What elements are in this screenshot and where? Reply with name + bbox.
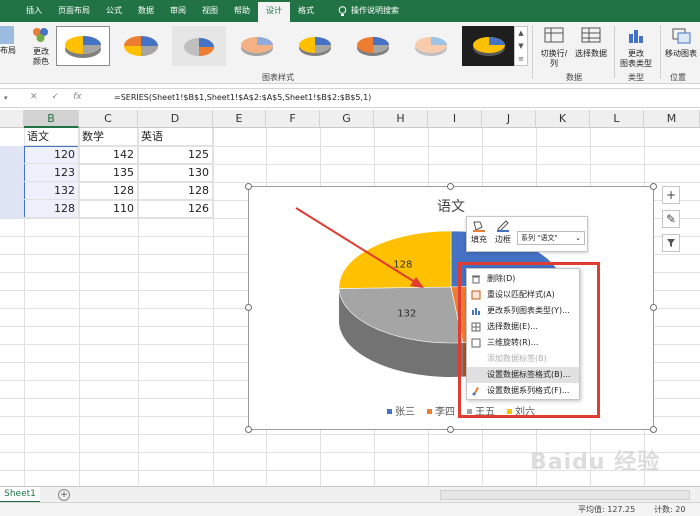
annotation-arrow bbox=[295, 207, 424, 288]
series-select-label: 系列 "语文" bbox=[521, 234, 558, 242]
sheet-tab-sheet1[interactable]: Sheet1 bbox=[0, 487, 40, 503]
fill-button[interactable]: 填充 bbox=[471, 220, 487, 245]
add-sheet-button[interactable]: + bbox=[58, 489, 70, 501]
border-label: 边框 bbox=[495, 235, 511, 244]
annotation-highlight-box bbox=[458, 262, 600, 418]
status-count: 计数: 20 bbox=[654, 505, 686, 514]
series-select[interactable]: 系列 "语文" ⌄ bbox=[517, 231, 585, 245]
watermark-logo: Baidu 经验 bbox=[530, 450, 661, 475]
chevron-down-icon[interactable]: ⌄ bbox=[575, 232, 581, 244]
pen-icon bbox=[497, 220, 509, 232]
format-mini-toolbar: 填充 边框 系列 "语文" ⌄ bbox=[466, 216, 588, 252]
paint-bucket-icon bbox=[473, 221, 485, 232]
plus-icon: + bbox=[60, 490, 68, 500]
fill-label: 填充 bbox=[471, 235, 487, 244]
status-average: 平均值: 127.25 bbox=[578, 505, 636, 514]
border-button[interactable]: 边框 bbox=[495, 220, 511, 245]
status-bar: 平均值: 127.25 计数: 20 bbox=[0, 502, 700, 516]
horizontal-scrollbar[interactable] bbox=[440, 490, 690, 500]
sheet-tab-bar: Sheet1 + bbox=[0, 486, 700, 503]
